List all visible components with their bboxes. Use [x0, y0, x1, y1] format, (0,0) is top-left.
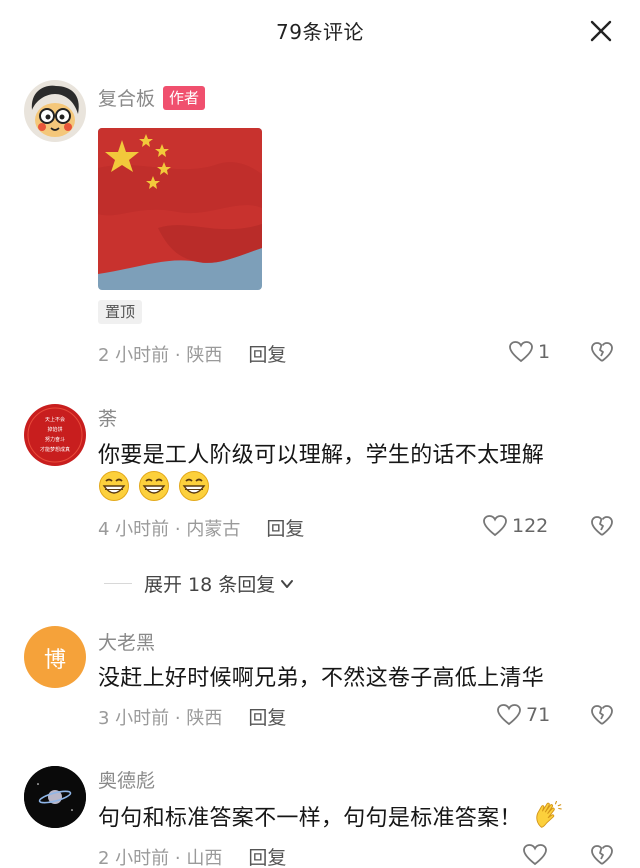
comment-text: 句句和标准答案不一样，句句是标准答案！ — [98, 800, 563, 832]
avatar[interactable] — [24, 766, 86, 828]
comment-time-location: 2 小时前 · 山西 — [98, 848, 223, 868]
clapping-hands-emoji-icon — [536, 800, 562, 828]
heart-icon — [523, 844, 547, 866]
like-button[interactable] — [522, 843, 552, 867]
comment-text-body: 句句和标准答案不一样，句句是标准答案！ — [98, 806, 522, 831]
broken-heart-icon — [591, 845, 613, 865]
reply-button[interactable]: 回复 — [248, 847, 286, 868]
username[interactable]: 奥德彪 — [98, 766, 155, 793]
dislike-button[interactable] — [590, 843, 614, 867]
planet-icon — [24, 766, 86, 828]
comment-meta: 2 小时前 · 山西 回复 — [98, 843, 286, 868]
comment-item: 奥德彪 句句和标准答案不一样，句句是标准答案！ 2 小时前 · 山西 回复 — [0, 0, 640, 868]
